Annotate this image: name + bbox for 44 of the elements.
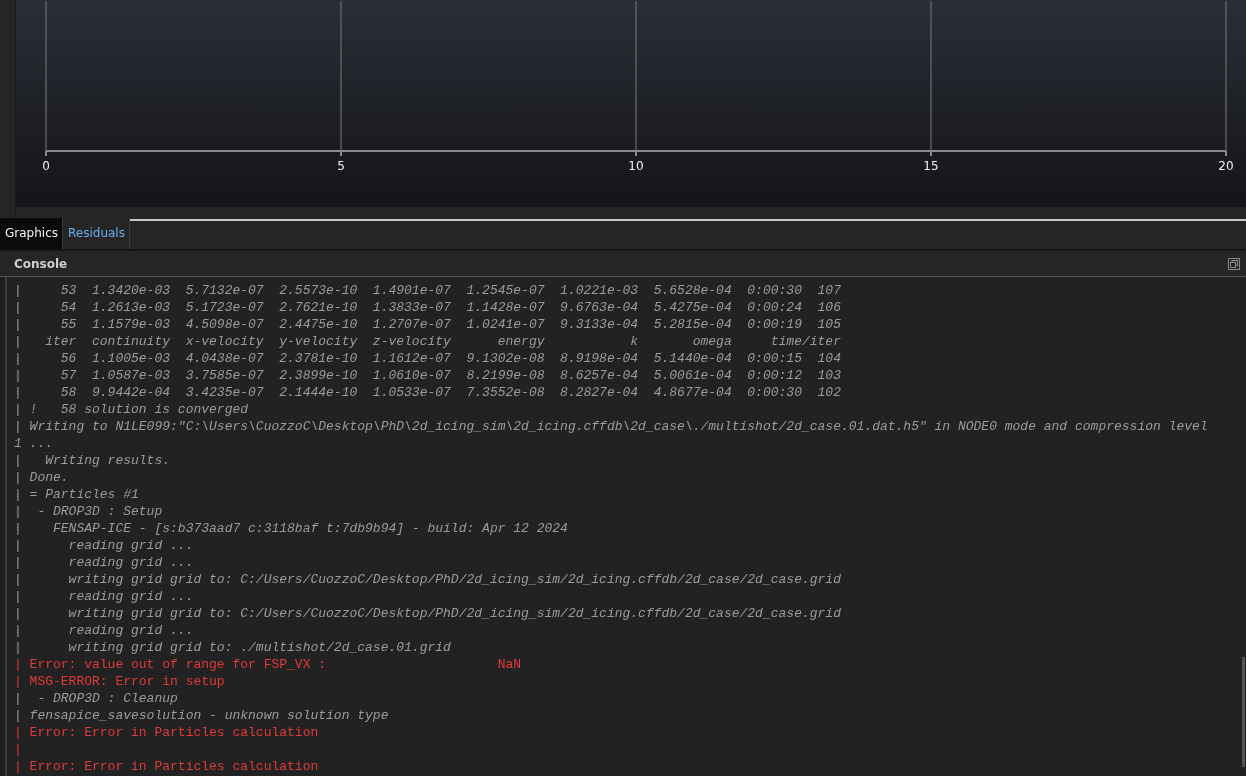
scrollbar[interactable] — [1242, 657, 1245, 767]
console-line: | Done. — [14, 469, 70, 486]
tick-mark — [1225, 150, 1227, 157]
console-line: | FENSAP-ICE - [s:b373aad7 c:3118baf t:7db9b94] - build: Apr 12 2024 — [14, 520, 569, 537]
tick-mark — [635, 150, 637, 157]
tab[interactable]: Graphics — [0, 218, 63, 249]
tick-label: 5 — [337, 159, 345, 173]
restore-icon[interactable] — [1228, 257, 1240, 270]
console-line: | Writing results. — [14, 452, 172, 469]
console-line: | 55 1.1579e-03 4.5098e-07 2.4475e-10 1.2707e-07 1.0241e-07 9.3133e-04 5.2815e-04 0:00:19 105 — [14, 316, 842, 333]
console-line: | ! 58 solution is converged — [14, 401, 250, 418]
error-line: | Error: Error in Particles calculation — [14, 724, 320, 741]
error-line: | — [14, 741, 23, 758]
tick-label: 0 — [42, 159, 50, 173]
console-line: | 58 9.9442e-04 3.4235e-07 2.1444e-10 1.0533e-07 7.3552e-08 8.2827e-04 4.8677e-04 0:00:30 102 — [14, 384, 842, 401]
tick-mark — [45, 150, 47, 157]
console-line: | iter continuity x-velocity y-velocity z-velocity energy k omega time/iter — [14, 333, 842, 350]
console-line: | - DROP3D : Setup — [14, 503, 164, 520]
error-line: | Error: Error in Particles calculation — [14, 758, 320, 775]
console-title: Console — [14, 256, 68, 271]
console-line: | writing grid grid to: C:/Users/CuozzoC/Desktop/PhD/2d_icing_sim/2d_icing.cffdb/2d_case/2d_case.grid — [14, 605, 842, 622]
console-line: 1 ... — [14, 435, 54, 452]
console-line: | writing grid grid to: C:/Users/CuozzoC/Desktop/PhD/2d_icing_sim/2d_icing.cffdb/2d_case/2d_case.grid — [14, 571, 842, 588]
console-line: | = Particles #1 — [14, 486, 140, 503]
tick-label: 15 — [923, 159, 939, 173]
console-line: | reading grid ... — [14, 554, 195, 571]
console-line: | reading grid ... — [14, 537, 195, 554]
tick-label: 20 — [1218, 159, 1234, 173]
console-line: | reading grid ... — [14, 622, 195, 639]
console-line: | 54 1.2613e-03 5.1723e-07 2.7621e-10 1.3833e-07 1.1428e-07 9.6763e-04 5.4275e-04 0:00:24 106 — [14, 299, 842, 316]
tick-mark — [340, 150, 342, 157]
console-line: | - DROP3D : Cleanup — [14, 690, 179, 707]
error-line: | MSG-ERROR: Error in setup — [14, 673, 226, 690]
console-line: | writing grid grid to: ./multishot/2d_case.01.grid — [14, 639, 452, 656]
tick-label: 10 — [628, 159, 644, 173]
console-line: | 53 1.3420e-03 5.7132e-07 2.5573e-10 1.4901e-07 1.2545e-07 1.0221e-03 5.6528e-04 0:00:30 107 — [14, 282, 842, 299]
console-line: | 57 1.0587e-03 3.7585e-07 2.3899e-10 1.0610e-07 8.2199e-08 8.6257e-04 5.0061e-04 0:00:12 103 — [14, 367, 842, 384]
console-line: | 56 1.1005e-03 4.0438e-07 2.3781e-10 1.1612e-07 9.1302e-08 8.9198e-04 5.1440e-04 0:00:15 104 — [14, 350, 842, 367]
console-line: | fensapice_savesolution - unknown solution type — [14, 707, 390, 724]
error-line: | Error: value out of range for FSP_VX : NaN — [14, 656, 523, 673]
tick-mark — [930, 150, 932, 157]
console-line: | Writing to N1LE099:"C:\Users\CuozzoC\Desktop\PhD\2d_icing_sim\2d_icing.cffdb\2d_case\./multishot/2d_case.01.dat.h5" in NODE0 mode and compression level — [14, 418, 1209, 435]
console-line: | reading grid ... — [14, 588, 195, 605]
tab[interactable]: Residuals — [63, 218, 130, 249]
